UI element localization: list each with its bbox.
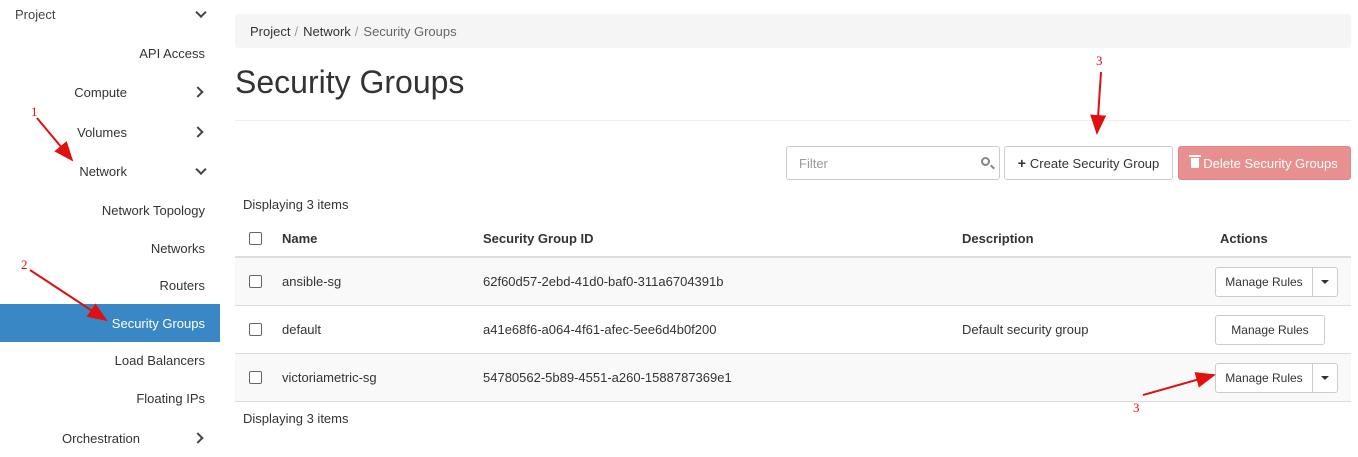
plus-icon: + [1017,155,1026,171]
sidebar-project-label: Project [15,6,56,22]
breadcrumb-separator: / [294,23,299,39]
sidebar-item-label: Compute [74,84,127,100]
sidebar-item-label: Networks [150,240,205,256]
breadcrumb-project[interactable]: Project [250,24,290,39]
sidebar-item-api-access[interactable]: API Access [0,34,220,72]
row-actions-dropdown[interactable] [1313,363,1338,393]
row-description: Default security group [962,322,1089,337]
row-id: a41e68f6-a064-4f61-afec-5ee6d4b0f200 [483,322,717,337]
annotation-arrow-3-top [1090,71,1107,135]
header-security-group-id[interactable]: Security Group ID [476,231,955,246]
create-security-group-label: Create Security Group [1029,155,1160,171]
table-header: Name Security Group ID Description Actio… [235,220,1351,258]
table-row: ansible-sg 62f60d57-2ebd-41d0-baf0-311a6… [235,258,1351,306]
sidebar-item-floating-ips[interactable]: Floating IPs [0,379,220,417]
sidebar-item-label: API Access [139,45,205,61]
row-checkbox[interactable] [248,323,262,336]
breadcrumb-current: Security Groups [363,23,457,39]
trash-icon [1189,155,1202,168]
delete-security-groups-button[interactable]: Delete Security Groups [1178,146,1351,180]
sidebar-item-label: Orchestration [61,430,140,446]
search-icon[interactable] [975,148,999,178]
sidebar-item-network[interactable]: Network [0,152,220,190]
filter-box [786,146,1000,180]
sidebar-item-label: Floating IPs [136,390,205,406]
header-name[interactable]: Name [275,231,476,246]
annotation-label-3-top: 3 [1096,53,1103,68]
manage-rules-group: Manage Rules [1215,363,1338,393]
table-row: victoriametric-sg 54780562-5b89-4551-a26… [235,354,1351,402]
header-description[interactable]: Description [955,231,1213,246]
breadcrumb-separator: / [354,23,359,39]
row-name: ansible-sg [282,274,342,289]
create-security-group-button[interactable]: + Create Security Group [1004,146,1173,180]
row-actions-dropdown[interactable] [1313,267,1338,297]
breadcrumb: Project / Network / Security Groups [235,14,1351,48]
chevron-right-icon [192,126,204,138]
row-actions: Manage Rules [1213,354,1351,401]
breadcrumb-network[interactable]: Network [303,24,351,39]
sidebar-item-routers[interactable]: Routers [0,266,220,304]
sidebar-item-security-groups[interactable]: Security Groups [0,304,220,342]
manage-rules-button[interactable]: Manage Rules [1215,363,1313,393]
sidebar-item-orchestration[interactable]: Orchestration [0,419,220,457]
sidebar-item-network-topology[interactable]: Network Topology [0,191,220,229]
sidebar-item-networks[interactable]: Networks [0,229,220,267]
filter-input[interactable] [787,148,975,178]
chevron-right-icon [192,432,204,444]
manage-rules-group: Manage Rules [1215,315,1325,345]
sidebar-item-label: Network Topology [101,202,205,218]
sidebar-item-label: Security Groups [111,315,205,331]
annotation-label-3-bottom: 3 [1133,400,1140,415]
title-divider [235,120,1351,121]
sidebar-item-label: Load Balancers [114,352,205,368]
row-name: default [282,322,322,337]
page-title: Security Groups [235,64,465,100]
sidebar-item-label: Network [79,163,127,179]
annotation-label-1: 1 [31,104,38,119]
select-all-checkbox[interactable] [248,231,262,245]
sidebar-item-label: Routers [159,277,205,293]
sidebar-item-label: Volumes [77,124,127,140]
annotation-label-2: 2 [21,257,28,272]
delete-security-groups-label: Delete Security Groups [1203,155,1338,171]
row-checkbox[interactable] [248,371,262,384]
row-actions: Manage Rules [1213,306,1351,353]
row-id: 62f60d57-2ebd-41d0-baf0-311a6704391b [483,274,724,289]
table-row: default a41e68f6-a064-4f61-afec-5ee6d4b0… [235,306,1351,354]
row-name: victoriametric-sg [282,370,377,385]
security-groups-table: Name Security Group ID Description Actio… [235,220,1351,402]
sidebar-project[interactable]: Project [0,0,220,33]
chevron-down-icon [195,163,207,176]
manage-rules-button[interactable]: Manage Rules [1215,315,1325,345]
sidebar-item-load-balancers[interactable]: Load Balancers [0,341,220,379]
display-count-bottom: Displaying 3 items [243,411,349,426]
chevron-right-icon [192,86,204,98]
caret-down-icon [1321,376,1329,380]
manage-rules-group: Manage Rules [1215,267,1338,297]
row-checkbox[interactable] [248,275,262,288]
row-actions: Manage Rules [1213,258,1351,305]
display-count-top: Displaying 3 items [243,197,349,212]
manage-rules-button[interactable]: Manage Rules [1215,267,1313,297]
caret-down-icon [1321,280,1329,284]
row-id: 54780562-5b89-4551-a260-1588787369e1 [483,370,732,385]
header-actions: Actions [1220,230,1268,246]
sidebar: Project API Access Compute Volumes Netwo… [0,0,220,446]
